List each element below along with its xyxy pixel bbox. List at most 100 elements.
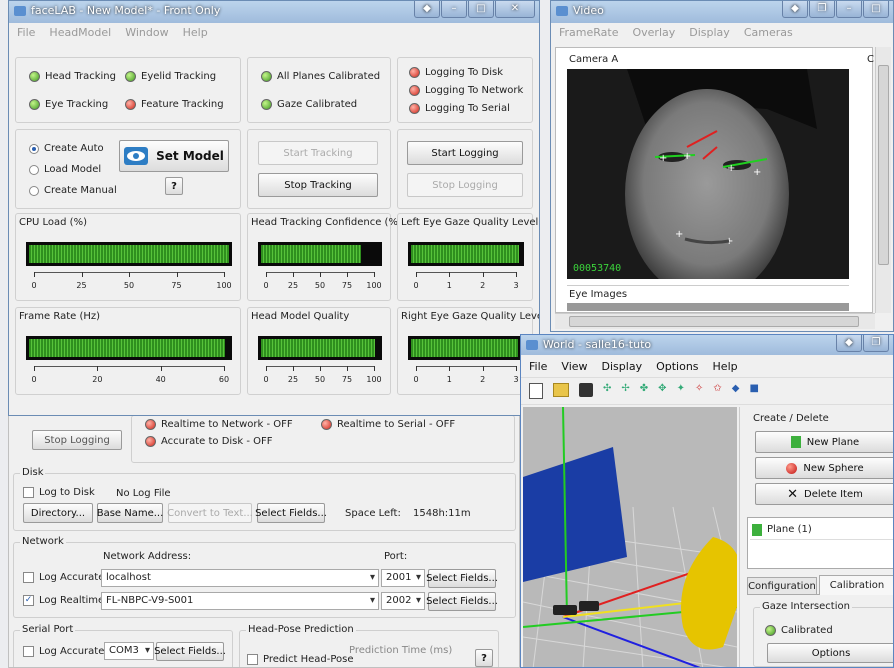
horizontal-scrollbar[interactable] (555, 313, 875, 329)
menu-help[interactable]: Help (183, 26, 208, 39)
close-icon[interactable]: ✕ (495, 1, 535, 18)
stop-logging-button-2[interactable]: Stop Logging (32, 430, 122, 450)
tick-mark (129, 272, 130, 277)
base-name-button[interactable]: Base Name... (97, 503, 163, 523)
sphere-tool-icon[interactable]: ✧ (695, 383, 703, 399)
menu-view[interactable]: View (561, 360, 587, 373)
new-sphere-button[interactable]: New Sphere (755, 457, 893, 479)
radio-icon[interactable] (29, 164, 39, 175)
network-select-fields-button-1[interactable]: Select Fields... (426, 569, 498, 588)
menu-window[interactable]: Window (125, 26, 168, 39)
list-item-plane[interactable]: Plane (1) (750, 520, 893, 540)
maximize-icon[interactable]: □ (863, 1, 889, 18)
tick-mark (320, 272, 321, 277)
menu-overlay[interactable]: Overlay (633, 26, 676, 39)
green-led-icon (261, 99, 272, 110)
radio-icon[interactable] (29, 185, 39, 196)
scroll-thumb[interactable] (569, 316, 859, 327)
meter-fill (29, 245, 229, 263)
network-address-combo-1[interactable]: localhost (101, 569, 379, 587)
facelab-window: faceLAB - New Model* - Front Only ◆ – □ ✕ F… (8, 0, 540, 416)
predict-head-pose-checkbox[interactable]: Predict Head-Pose (247, 654, 354, 665)
green-led-icon (29, 71, 40, 82)
menu-help[interactable]: Help (713, 360, 738, 373)
help-button-2[interactable]: ? (475, 649, 493, 667)
delete-item-label: Delete Item (804, 488, 863, 500)
world-titlebar[interactable]: World - salle16-tuto ◆ ❐ (521, 335, 893, 355)
log-realtime-network-checkbox[interactable]: ✓ Log Realtime (23, 595, 104, 606)
menu-display[interactable]: Display (689, 26, 730, 39)
radio-icon[interactable] (29, 143, 39, 154)
port-combo-1[interactable]: 2001 (381, 569, 425, 587)
axis-tool-icon[interactable]: ✣ (603, 383, 611, 399)
options-button[interactable]: Options (767, 643, 893, 663)
menu-file[interactable]: File (17, 26, 35, 39)
menu-cameras[interactable]: Cameras (744, 26, 793, 39)
convert-to-text-button[interactable]: Convert to Text... (167, 503, 253, 523)
load-model-radio[interactable]: Load Model (29, 164, 101, 175)
save-icon[interactable] (579, 383, 593, 397)
restore-icon[interactable]: ❐ (809, 1, 835, 18)
disk-select-fields-button[interactable]: Select Fields... (255, 503, 327, 523)
serial-select-fields-button[interactable]: Select Fields... (154, 642, 226, 661)
stop-tracking-button[interactable]: Stop Tracking (258, 173, 378, 197)
checkbox-icon[interactable] (23, 487, 34, 498)
items-list[interactable]: Plane (1) (747, 517, 893, 569)
checkbox-icon[interactable] (23, 572, 34, 583)
vertical-scrollbar[interactable] (875, 47, 891, 313)
help-button[interactable]: ? (165, 177, 183, 195)
menu-display[interactable]: Display (602, 360, 643, 373)
svg-text:+: + (753, 167, 761, 178)
serial-port-combo[interactable]: COM3 (104, 642, 154, 660)
scene-icon[interactable]: ■ (749, 383, 758, 399)
restore-icon[interactable]: ❐ (863, 335, 889, 352)
port-combo-2[interactable]: 2002 (381, 592, 425, 610)
tab-configuration[interactable]: Configuration (747, 577, 817, 595)
meter-title: Frame Rate (Hz) (19, 311, 101, 322)
open-folder-icon[interactable] (553, 383, 569, 397)
minimize-icon[interactable]: – (836, 1, 862, 18)
new-plane-button[interactable]: New Plane (755, 431, 893, 453)
log-accurate-network-checkbox[interactable]: Log Accurate (23, 572, 104, 583)
facelab-menubar: File HeadModel Window Help (9, 23, 539, 41)
network-address-combo-2[interactable]: FL-NBPC-V9-S001 (101, 592, 379, 610)
minimize-icon[interactable]: – (441, 1, 467, 18)
checkmark-icon[interactable]: ✓ (23, 595, 34, 606)
checkbox-icon[interactable] (247, 654, 258, 665)
create-manual-radio[interactable]: Create Manual (29, 185, 117, 196)
grid-tool-icon[interactable]: ✤ (640, 383, 648, 399)
meter-bar (26, 242, 232, 266)
directory-button[interactable]: Directory... (23, 503, 93, 523)
start-tracking-button[interactable]: Start Tracking (258, 141, 378, 165)
tab-calibration[interactable]: Calibration (819, 575, 893, 595)
tick-label: 50 (314, 375, 326, 384)
maximize-icon[interactable]: □ (468, 1, 494, 18)
delete-item-button[interactable]: ✕ Delete Item (755, 483, 893, 505)
menu-file[interactable]: File (529, 360, 547, 373)
create-auto-radio[interactable]: Create Auto (29, 143, 104, 154)
new-file-icon[interactable] (529, 383, 543, 399)
video-titlebar[interactable]: Video ◆ ❐ – □ (551, 1, 893, 23)
network-address-label: Network Address: (103, 551, 192, 562)
menu-headmodel[interactable]: HeadModel (49, 26, 111, 39)
menu-framerate[interactable]: FrameRate (559, 26, 619, 39)
pose-tool-icon[interactable]: ✢ (621, 383, 629, 399)
set-model-button[interactable]: Set Model (119, 140, 229, 172)
plane-tool-icon[interactable]: ✩ (713, 383, 721, 399)
tick-mark (516, 366, 517, 371)
facelab-titlebar[interactable]: faceLAB - New Model* - Front Only ◆ – □ ✕ (9, 1, 539, 23)
back-icon[interactable]: ◆ (782, 1, 808, 18)
menu-options[interactable]: Options (656, 360, 698, 373)
checkbox-icon[interactable] (23, 646, 34, 657)
log-to-disk-checkbox[interactable]: Log to Disk (23, 487, 95, 498)
scroll-thumb[interactable] (878, 65, 889, 265)
back-icon[interactable]: ◆ (414, 1, 440, 18)
start-logging-button[interactable]: Start Logging (407, 141, 523, 165)
move-tool-icon[interactable]: ✥ (658, 383, 666, 399)
back-icon[interactable]: ◆ (836, 335, 862, 352)
network-select-fields-button-2[interactable]: Select Fields... (426, 592, 498, 611)
log-accurate-serial-checkbox[interactable]: Log Accurate (23, 646, 104, 657)
target-icon[interactable]: ◆ (732, 383, 740, 399)
rotate-tool-icon[interactable]: ✦ (677, 383, 685, 399)
stop-logging-button[interactable]: Stop Logging (407, 173, 523, 197)
